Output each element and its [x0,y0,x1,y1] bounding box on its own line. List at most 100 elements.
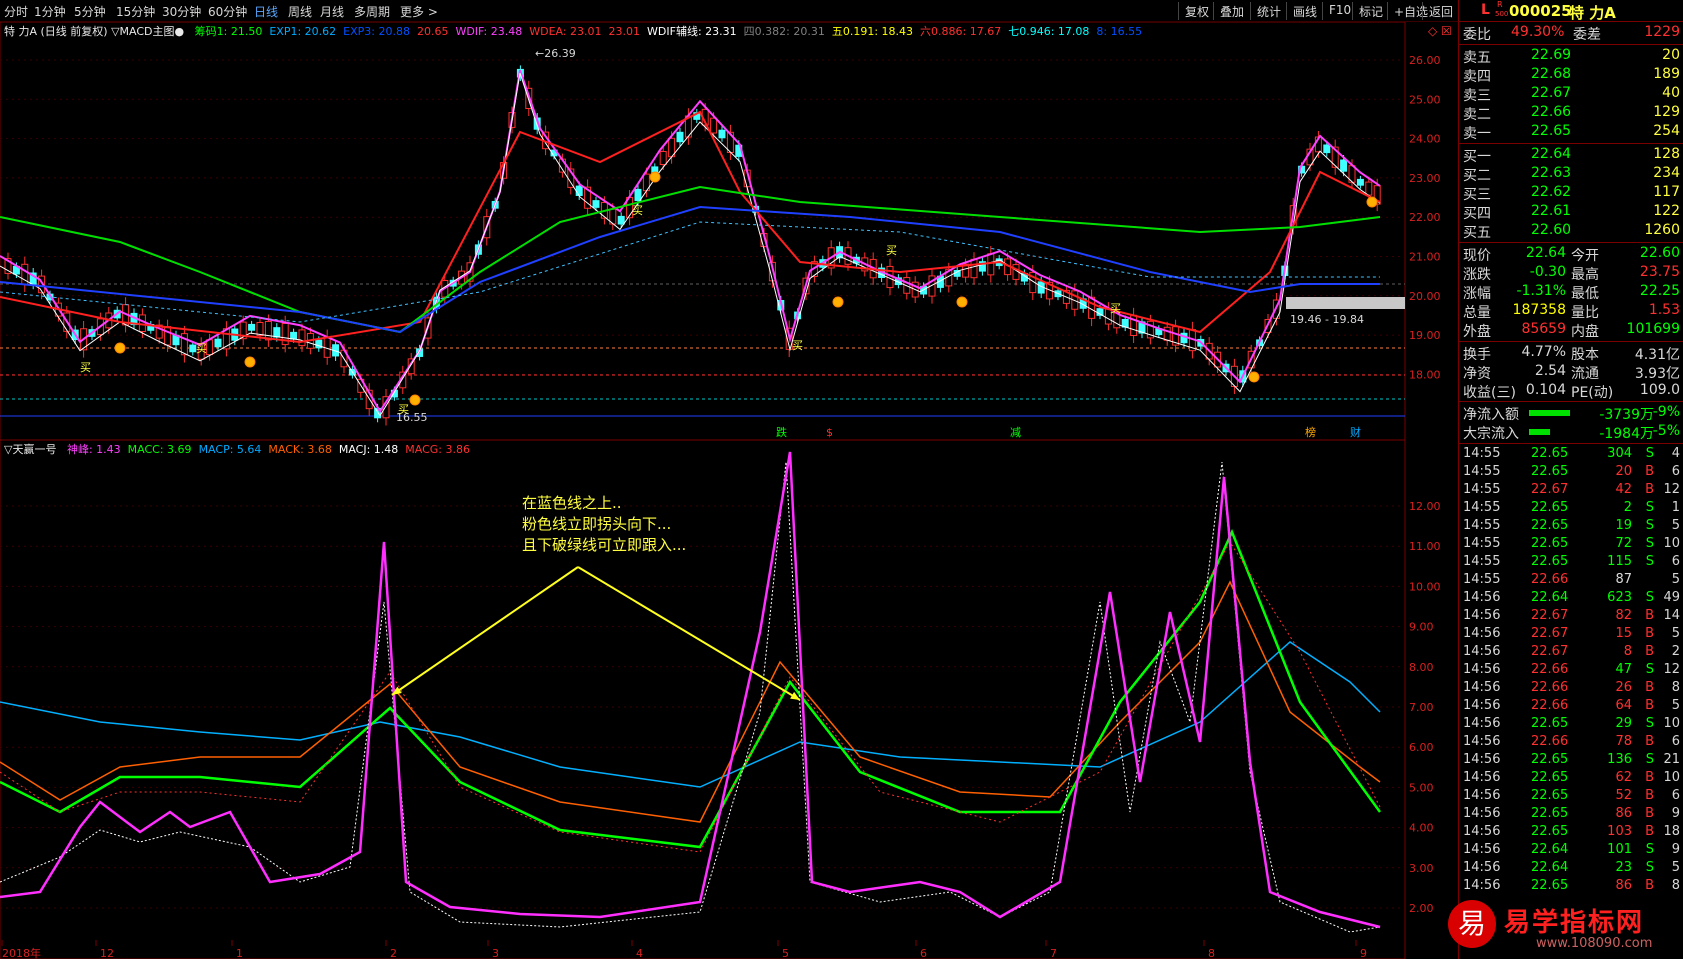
stat-row: 外盘 85659 内盘 101699 [1459,321,1683,340]
tick-count: 10 [1663,770,1680,785]
x-axis-label: 2018年 [2,946,41,959]
stat-row-value2: 1.53 [1648,302,1680,318]
main-indicator-9: 五0.191: 18.43 [831,25,914,38]
toolbar-button-2[interactable]: 统计 [1250,2,1287,20]
tick-volume: 47 [1615,662,1632,677]
tick-price: 22.66 [1531,662,1569,677]
sub-indicator-1: MACC: 3.69 [127,443,192,456]
main-chart-title[interactable]: 特 力A (日线 前复权) ▽MACD主图● [4,25,184,38]
tick-volume: 103 [1607,824,1632,839]
order-ratio-label: 委比 [1463,27,1491,43]
main-indicator-12: 8: 16.55 [1096,25,1143,38]
tick-time: 14:56 [1463,680,1501,695]
sub-indicator-5: MACG: 3.86 [405,443,471,456]
flow-pct: -5% [1652,423,1680,439]
toolbar-button-1[interactable]: 叠加 [1213,2,1250,20]
chart-settings-icon[interactable]: ◇ ☒ [1428,24,1452,38]
candle-body [634,188,642,202]
period-tab-6[interactable]: 日线 [254,3,278,20]
bid-row: 买二 22.63 234 [1459,165,1683,184]
tick-count: 6 [1671,734,1680,749]
period-tab-2[interactable]: 5分钟 [74,3,106,20]
tick-row: 14:56 22.65 136 S 21 [1459,752,1683,770]
tick-side: B [1645,608,1654,623]
ask-row: 卖二 22.66 129 [1459,104,1683,123]
tick-row: 14:56 22.66 47 S 12 [1459,662,1683,680]
tick-time: 14:56 [1463,662,1501,677]
tick-volume: 136 [1607,752,1632,767]
annotation-line-0: 在蓝色线之上.. [522,494,622,512]
tick-count: 8 [1671,878,1680,893]
period-tab-9[interactable]: 多周期 [354,3,390,20]
quote-panel: L R 500 000025 特 力A 委比 49.30% 委差 1229 卖五 22.69 20 卖四… [1458,0,1683,959]
candle-body [164,326,172,346]
candle-body [138,314,146,332]
tick-price: 22.65 [1531,446,1569,461]
ask-row-label: 卖四 [1463,69,1491,85]
period-tab-5[interactable]: 60分钟 [208,3,247,20]
tick-time: 14:55 [1463,536,1501,551]
period-tab-4[interactable]: 30分钟 [162,3,201,20]
period-tab-10[interactable]: 更多 > [400,3,438,20]
main-indicator-11: 七0.946: 17.08 [1008,25,1090,38]
bid-row: 买五 22.60 1260 [1459,222,1683,241]
toolbar-button-3[interactable]: 画线 [1286,2,1323,20]
sub-chart-header: ▽天赢一号 神峰: 1.43 MACC: 3.69 MACP: 5.64 MACK: … [4,441,470,456]
tick-row: 14:56 22.65 86 B 9 [1459,806,1683,824]
order-ratio-value: 49.30% [1511,24,1565,40]
tick-volume: 87 [1615,572,1632,587]
bid-row-volume: 117 [1653,184,1680,200]
bid-row-price: 22.61 [1531,203,1572,219]
tick-volume: 15 [1615,626,1632,641]
tick-side: S [1645,500,1654,515]
candle-body [206,339,214,356]
tick-count: 2 [1671,644,1680,659]
tick-side: S [1645,554,1654,569]
period-tab-0[interactable]: 分时 [4,3,28,20]
range-label: 19.46 - 19.84 [1290,313,1364,326]
tick-price: 22.64 [1531,590,1569,605]
period-tab-8[interactable]: 月线 [320,3,344,20]
sub-chart-title[interactable]: ▽天赢一号 [4,443,56,456]
tick-price: 22.65 [1531,536,1569,551]
period-tab-3[interactable]: 15分钟 [116,3,155,20]
range-box [1286,297,1405,309]
tick-time: 14:56 [1463,608,1501,623]
tick-side: S [1645,842,1654,857]
tick-time: 14:56 [1463,788,1501,803]
period-tab-1[interactable]: 1分钟 [34,3,66,20]
tick-row: 14:56 22.66 64 B 5 [1459,698,1683,716]
tick-volume: 23 [1615,860,1632,875]
tick-time: 14:56 [1463,806,1501,821]
toolbar-button-5[interactable]: 标记 [1352,2,1389,20]
tick-side: B [1645,770,1654,785]
toolbar-button-7[interactable]: 返回 [1422,2,1459,20]
tick-price: 22.67 [1531,626,1569,641]
ask-row-label: 卖二 [1463,107,1491,123]
tick-price: 22.65 [1531,752,1569,767]
tick-time: 14:56 [1463,770,1501,785]
watermark-logo-icon: 易 [1448,900,1496,948]
main-y-tick: 18.00 [1409,368,1441,381]
tick-side: B [1645,464,1654,479]
order-ratio-row: 委比 49.30% 委差 1229 [1459,24,1683,43]
tick-count: 6 [1671,464,1680,479]
stat-row-value2: 101699 [1626,321,1680,337]
candle-body [1163,326,1171,341]
stat-row-value1: -1.31% [1516,283,1566,299]
sub-y-tick: 12.00 [1409,500,1441,513]
tick-volume: 86 [1615,806,1632,821]
buy-tag: 买 [80,361,91,374]
toolbar-button-0[interactable]: 复权 [1178,2,1215,20]
main-indicator-2: EXP3: 20.88 [343,25,410,38]
tick-count: 18 [1663,824,1680,839]
flow-label: 大宗流入 [1463,426,1519,442]
period-tab-7[interactable]: 周线 [288,3,312,20]
tick-price: 22.66 [1531,734,1569,749]
tick-row: 14:56 22.65 52 B 6 [1459,788,1683,806]
sub-indicator-0: 神峰: 1.43 [66,443,121,456]
tick-side: B [1645,644,1654,659]
bid-row-label: 买五 [1463,225,1491,241]
tick-time: 14:56 [1463,842,1501,857]
candle-body [256,322,264,336]
